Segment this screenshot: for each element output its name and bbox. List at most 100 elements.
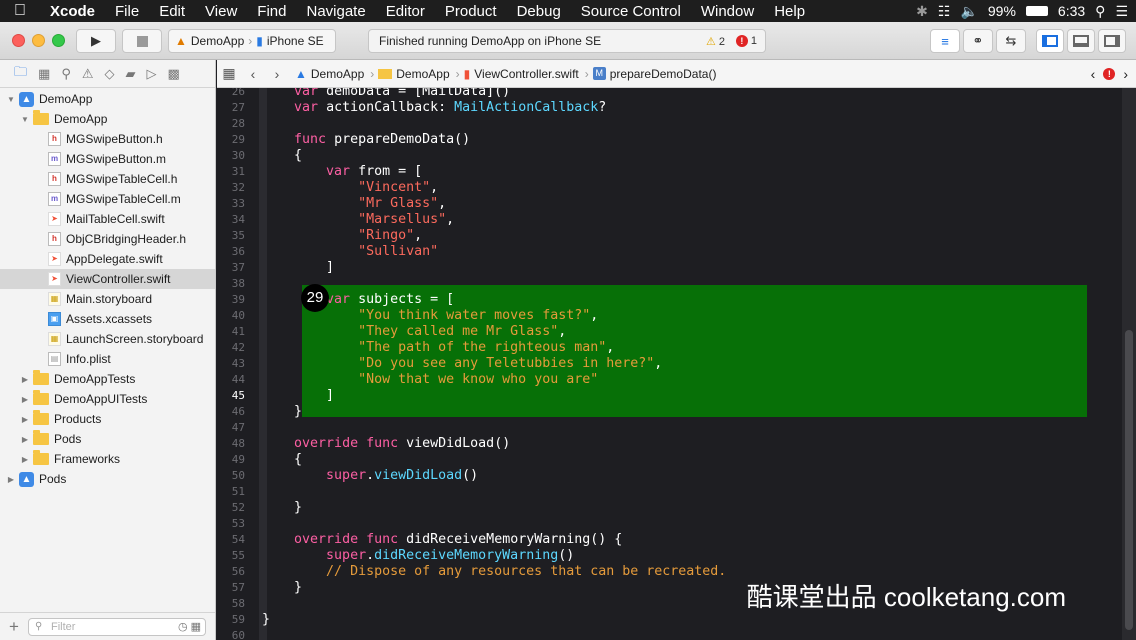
code-line[interactable]: 60 [217, 628, 1097, 640]
tree-row[interactable]: h MGSwipeButton.h [0, 129, 215, 149]
filter-input[interactable]: ⚲ Filter ◷ ▦ [28, 617, 206, 636]
code-line[interactable]: 55 super.didReceiveMemoryWarning() [217, 548, 1097, 564]
toggle-utilities-button[interactable] [1098, 29, 1126, 53]
source-editor[interactable]: 26 var demoData = [MailData]() 27 var act… [217, 88, 1136, 640]
run-button[interactable]: ▶ [76, 29, 116, 53]
tree-row[interactable]: h ObjCBridgingHeader.h [0, 229, 215, 249]
disclosure-open-icon[interactable]: ▼ [20, 115, 30, 124]
close-window-button[interactable] [12, 34, 25, 47]
code-line[interactable]: 50 super.viewDidLoad() [217, 468, 1097, 484]
notification-center-icon[interactable]: ☰ [1115, 3, 1128, 20]
code-line[interactable]: 42 "The path of the righteous man", [217, 340, 1097, 356]
code-line[interactable]: 47 [217, 420, 1097, 436]
code-line[interactable]: 33 "Mr Glass", [217, 196, 1097, 212]
error-indicator[interactable]: ! 1 [735, 35, 757, 47]
menu-item-edit[interactable]: Edit [149, 3, 195, 20]
breadcrumb-symbol[interactable]: prepareDemoData() [606, 67, 721, 81]
code-line[interactable]: 46 } [217, 404, 1097, 420]
tree-row[interactable]: ▶ Frameworks [0, 449, 215, 469]
menu-item-debug[interactable]: Debug [507, 3, 571, 20]
tree-row[interactable]: ▶ Products [0, 409, 215, 429]
breadcrumb-project[interactable]: DemoApp [307, 67, 368, 81]
tree-row[interactable]: ▦ LaunchScreen.storyboard [0, 329, 215, 349]
menu-item-product[interactable]: Product [435, 3, 507, 20]
code-line[interactable]: 36 "Sullivan" [217, 244, 1097, 260]
breadcrumb-file[interactable]: ViewController.swift [470, 67, 582, 81]
vertical-scrollbar[interactable] [1122, 88, 1136, 640]
apple-icon[interactable]:  [0, 2, 40, 20]
tree-row[interactable]: h MGSwipeTableCell.h [0, 169, 215, 189]
menu-item-xcode[interactable]: Xcode [40, 3, 105, 20]
scrollbar-thumb[interactable] [1125, 330, 1133, 630]
scheme-selector[interactable]: ▲ DemoApp › ▮ iPhone SE [168, 29, 336, 53]
code-line[interactable]: 32 "Vincent", [217, 180, 1097, 196]
warning-indicator[interactable]: ⚠ 2 [706, 35, 725, 48]
tree-row[interactable]: ▦ Main.storyboard [0, 289, 215, 309]
tree-row[interactable]: ▼ DemoApp [0, 109, 215, 129]
tree-row[interactable]: ➤ ViewController.swift [0, 269, 215, 289]
tag-icon[interactable]: ▷ [147, 66, 157, 82]
menu-item-help[interactable]: Help [764, 3, 815, 20]
clock[interactable]: 6:33 [1058, 3, 1085, 19]
tree-row[interactable]: ▣ Assets.xcassets [0, 309, 215, 329]
menu-item-file[interactable]: File [105, 3, 149, 20]
disclosure-closed-icon[interactable]: ▶ [20, 435, 30, 444]
stop-button[interactable] [122, 29, 162, 53]
code-line[interactable]: 49 { [217, 452, 1097, 468]
standard-editor-button[interactable]: ≡ [930, 29, 960, 53]
related-items-icon[interactable]: ▦ [217, 65, 241, 82]
tree-row[interactable]: ▤ Info.plist [0, 349, 215, 369]
tree-row[interactable]: ➤ MailTableCell.swift [0, 209, 215, 229]
code-line[interactable]: 59} [217, 612, 1097, 628]
code-line[interactable]: 28 [217, 116, 1097, 132]
code-line[interactable]: 31 var from = [ [217, 164, 1097, 180]
menu-item-window[interactable]: Window [691, 3, 764, 20]
code-line[interactable]: 35 "Ringo", [217, 228, 1097, 244]
tree-row[interactable]: m MGSwipeButton.m [0, 149, 215, 169]
tree-row[interactable]: ▶ DemoAppTests [0, 369, 215, 389]
code-line[interactable]: 51 [217, 484, 1097, 500]
code-line[interactable]: 52 } [217, 500, 1097, 516]
disclosure-closed-icon[interactable]: ▶ [6, 475, 16, 484]
forward-arrow-icon[interactable]: › [265, 66, 289, 82]
code-line[interactable]: 34 "Marsellus", [217, 212, 1097, 228]
disclosure-open-icon[interactable]: ▼ [6, 95, 16, 104]
report-icon[interactable]: ▩ [168, 66, 180, 82]
menu-item-find[interactable]: Find [247, 3, 296, 20]
code-line[interactable]: 29 func prepareDemoData() [217, 132, 1097, 148]
previous-issue-icon[interactable]: ‹ [1091, 66, 1096, 82]
version-editor-button[interactable]: ⇆ [996, 29, 1026, 53]
warning-triangle-icon[interactable]: ⚠ [82, 66, 94, 82]
symbol-navigator-icon[interactable]: ▦ [38, 66, 50, 82]
search-icon[interactable]: ⚲ [61, 66, 71, 82]
wifi-icon[interactable]: ☷ [938, 3, 951, 20]
spotlight-search-icon[interactable]: ⚲ [1095, 3, 1105, 20]
menu-item-editor[interactable]: Editor [376, 3, 435, 20]
disclosure-closed-icon[interactable]: ▶ [20, 455, 30, 464]
error-icon[interactable]: ! [1103, 67, 1116, 80]
minimize-window-button[interactable] [32, 34, 45, 47]
code-line[interactable]: 37 ] [217, 260, 1097, 276]
code-line[interactable]: 43 "Do you see any Teletubbies in here?"… [217, 356, 1097, 372]
code-line[interactable]: 38 [217, 276, 1097, 292]
zoom-window-button[interactable] [52, 34, 65, 47]
menu-item-source-control[interactable]: Source Control [571, 3, 691, 20]
volume-icon[interactable]: 🔈 [960, 3, 977, 20]
tree-row[interactable]: ▶ DemoAppUITests [0, 389, 215, 409]
code-line[interactable]: 40 "You think water moves fast?", [217, 308, 1097, 324]
tree-row[interactable]: ▶ ▲ Pods [0, 469, 215, 489]
battery-icon[interactable] [1025, 6, 1048, 16]
breakpoint-icon[interactable]: ▰ [126, 66, 136, 82]
disclosure-closed-icon[interactable]: ▶ [20, 415, 30, 424]
bluetooth-icon[interactable]: ✱ [916, 3, 928, 20]
code-line[interactable]: 27 var actionCallback: MailActionCallbac… [217, 100, 1097, 116]
code-line[interactable]: 48 override func viewDidLoad() [217, 436, 1097, 452]
tree-row[interactable]: ▶ Pods [0, 429, 215, 449]
tree-row[interactable]: m MGSwipeTableCell.m [0, 189, 215, 209]
diamond-icon[interactable]: ◇ [105, 66, 115, 82]
menu-item-view[interactable]: View [195, 3, 247, 20]
code-line[interactable]: 44 "Now that we know who you are" [217, 372, 1097, 388]
code-line[interactable]: 39 var subjects = [ [217, 292, 1097, 308]
toggle-navigator-button[interactable] [1036, 29, 1064, 53]
code-line[interactable]: 45 ] [217, 388, 1097, 404]
